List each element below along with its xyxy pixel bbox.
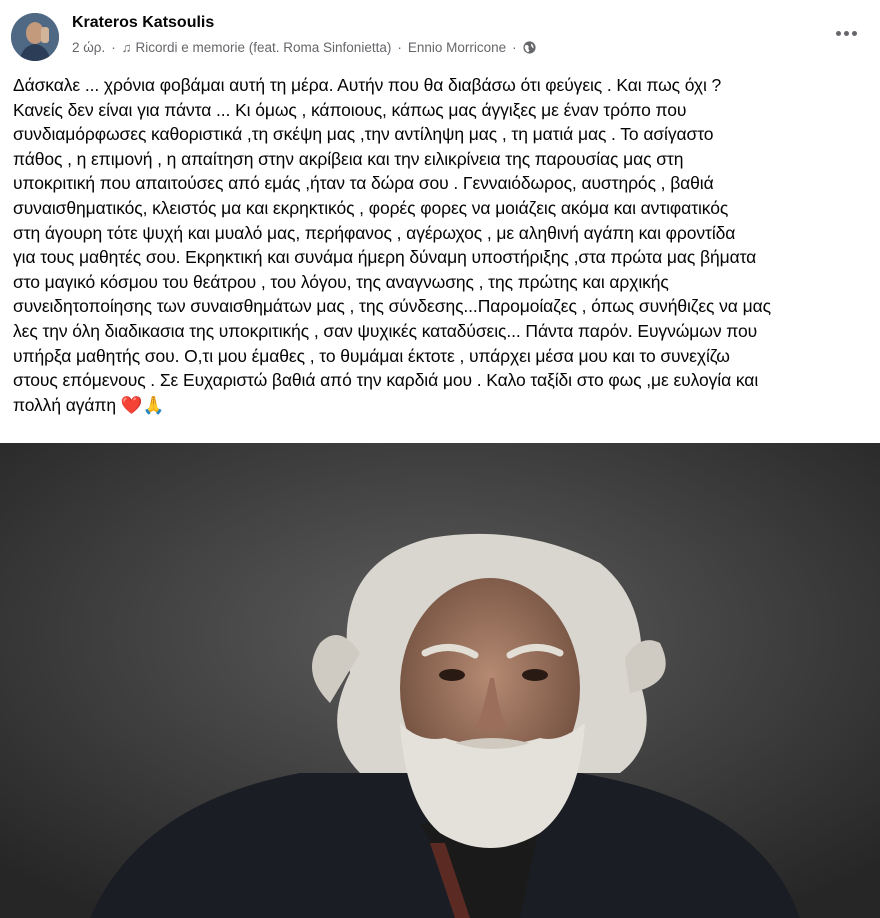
more-options-icon[interactable] (828, 18, 864, 48)
meta-separator: · (111, 40, 116, 55)
post-header: Krateros Katsoulis 2 ώρ. · ♫ Ricordi e m… (0, 0, 880, 70)
author-name[interactable]: Krateros Katsoulis (72, 14, 214, 32)
post-emoji: ❤️🙏 (120, 394, 165, 415)
meta-separator: · (397, 40, 402, 55)
author-avatar[interactable] (11, 13, 59, 61)
post-meta: 2 ώρ. · ♫ Ricordi e memorie (feat. Roma … (72, 40, 536, 55)
meta-separator: · (512, 40, 517, 55)
song-title[interactable]: Ricordi e memorie (feat. Roma Sinfoniett… (135, 40, 391, 55)
post-body: Δάσκαλε ... χρόνια φοβάμαι αυτή τη μέρα.… (13, 75, 771, 415)
music-note-icon: ♫ (121, 40, 132, 55)
post-text: Δάσκαλε ... χρόνια φοβάμαι αυτή τη μέρα.… (13, 73, 873, 417)
globe-icon[interactable] (523, 41, 536, 54)
song-artist[interactable]: Ennio Morricone (408, 40, 506, 55)
portrait-photo (0, 443, 880, 918)
post-timestamp[interactable]: 2 ώρ. (72, 40, 105, 55)
post-photo[interactable] (0, 443, 880, 918)
facebook-post: Krateros Katsoulis 2 ώρ. · ♫ Ricordi e m… (0, 0, 880, 918)
